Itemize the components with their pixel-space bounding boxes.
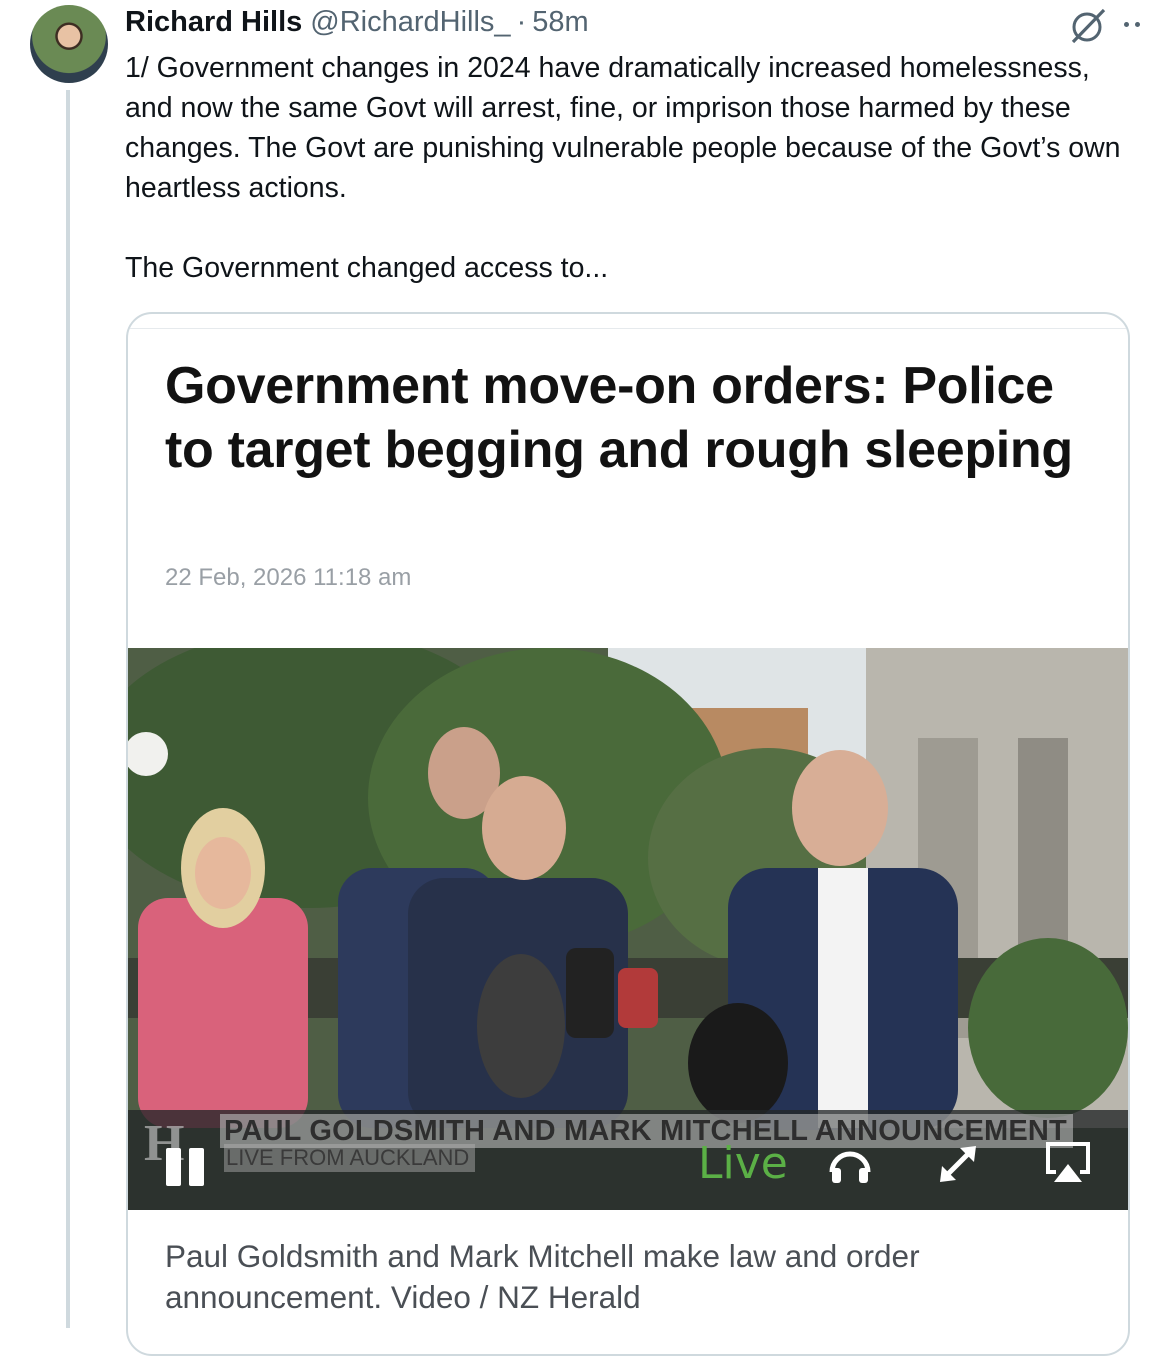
live-label: Live bbox=[698, 1138, 788, 1189]
separator: · bbox=[516, 6, 527, 38]
tweet-text: 1/ Government changes in 2024 have drama… bbox=[125, 52, 1121, 284]
video-player[interactable]: H PAUL GOLDSMITH AND MARK MITCHELL ANNOU… bbox=[128, 648, 1128, 1210]
video-caption: Paul Goldsmith and Mark Mitchell make la… bbox=[165, 1238, 920, 1315]
more-icon[interactable] bbox=[1124, 22, 1148, 30]
pause-icon[interactable] bbox=[166, 1148, 208, 1186]
card-top-border bbox=[128, 314, 1128, 329]
avatar[interactable] bbox=[30, 5, 108, 83]
author-handle[interactable]: @RichardHills_ bbox=[310, 6, 510, 39]
tweet-header: Richard Hills @RichardHills_ · 58m bbox=[125, 6, 589, 42]
timestamp[interactable]: 58m bbox=[532, 6, 588, 39]
thread-line bbox=[66, 90, 70, 1328]
expand-icon[interactable] bbox=[934, 1142, 982, 1186]
lower-third-subtitle: LIVE FROM AUCKLAND bbox=[224, 1144, 476, 1172]
headphone-icon[interactable] bbox=[826, 1142, 874, 1186]
link-card[interactable]: Government move-on orders: Police to tar… bbox=[126, 312, 1130, 1356]
grok-icon[interactable] bbox=[1068, 6, 1108, 46]
article-headline[interactable]: Government move-on orders: Police to tar… bbox=[165, 354, 1115, 482]
airplay-icon[interactable] bbox=[1042, 1138, 1094, 1186]
author-name[interactable]: Richard Hills bbox=[125, 6, 302, 39]
article-date: 22 Feb, 2026 11:18 am bbox=[165, 564, 412, 591]
